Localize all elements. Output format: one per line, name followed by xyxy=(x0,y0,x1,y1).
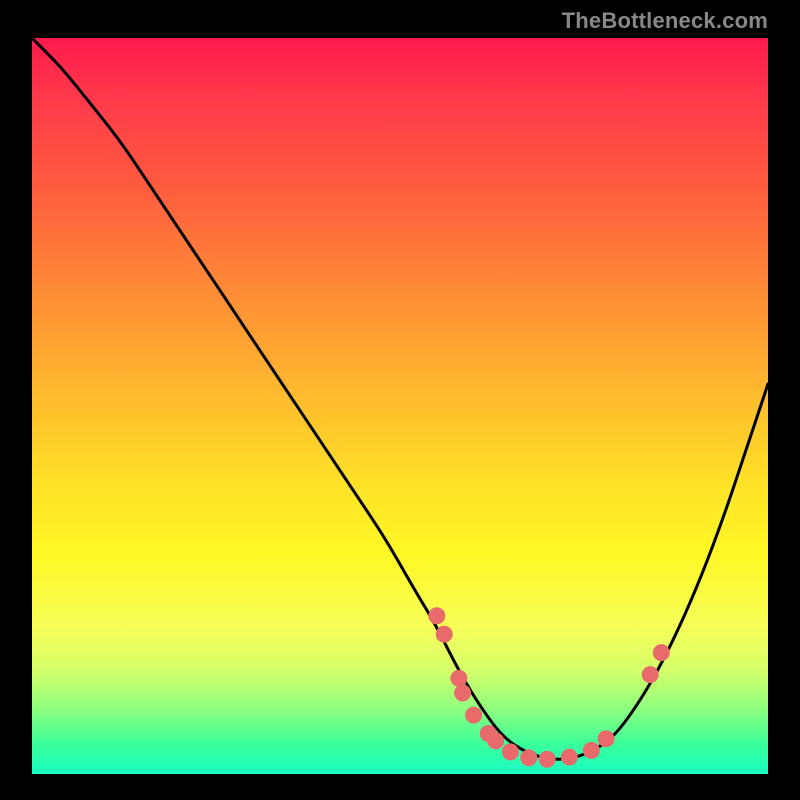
data-point xyxy=(539,751,556,768)
data-point xyxy=(502,743,519,760)
data-point xyxy=(450,670,467,687)
data-point xyxy=(642,666,659,683)
chart-container: TheBottleneck.com xyxy=(0,0,800,800)
data-point xyxy=(598,730,615,747)
data-point xyxy=(561,749,578,766)
data-point xyxy=(428,607,445,624)
data-point xyxy=(520,749,537,766)
chart-svg xyxy=(32,38,768,774)
data-point xyxy=(436,626,453,643)
watermark-text: TheBottleneck.com xyxy=(562,8,768,34)
data-point xyxy=(653,644,670,661)
data-point xyxy=(465,707,482,724)
data-point xyxy=(454,685,471,702)
plot-area xyxy=(32,38,768,774)
points-group xyxy=(428,607,670,768)
data-point xyxy=(583,742,600,759)
data-point xyxy=(487,732,504,749)
